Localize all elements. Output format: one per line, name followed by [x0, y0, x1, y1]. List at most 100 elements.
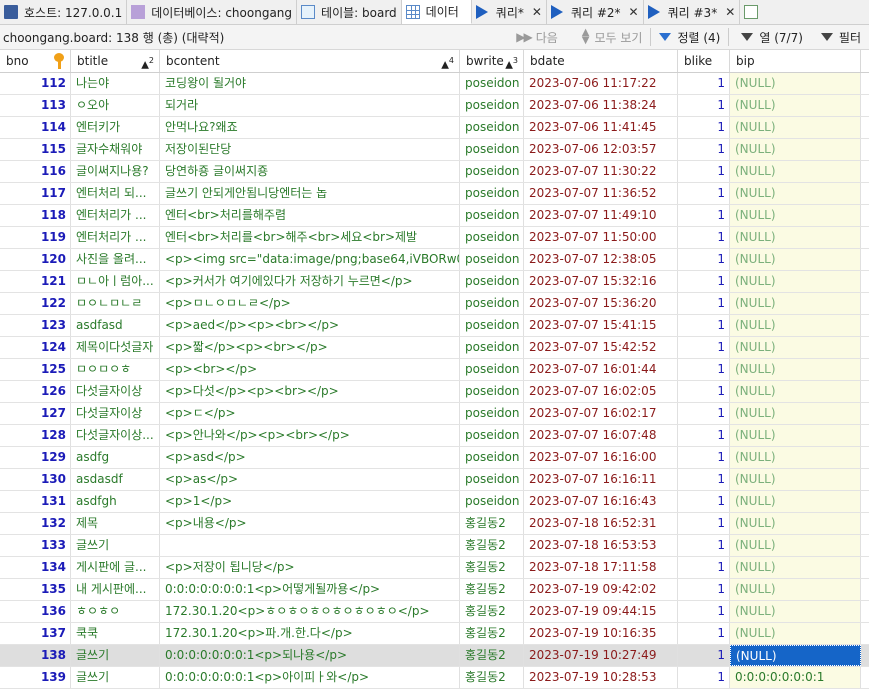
cell-bcontent[interactable]: <p>내용</p> [160, 513, 460, 534]
cell-bcontent[interactable]: <p><br></p> [160, 359, 460, 380]
filter-button[interactable]: 필터 [815, 29, 867, 46]
cell-bdate[interactable]: 2023-07-07 11:49:10 [524, 205, 678, 226]
cell-bdate[interactable]: 2023-07-07 16:16:11 [524, 469, 678, 490]
cell-bip[interactable]: (NULL) [730, 579, 861, 600]
cell-bwrite[interactable]: 홍길동2 [460, 535, 524, 556]
cell-bip[interactable]: (NULL) [730, 491, 861, 512]
cell-bwrite[interactable]: poseidon [460, 161, 524, 182]
cell-blike[interactable]: 1 [678, 271, 730, 292]
cell-bwrite[interactable]: poseidon [460, 469, 524, 490]
show-all-button[interactable]: ▲ ▼ 모두 보기 [576, 28, 649, 46]
cell-bcontent[interactable]: 저장이된단당 [160, 139, 460, 160]
tab-query-3[interactable]: 쿼리 #3* ✕ [644, 0, 741, 24]
cell-bip[interactable]: (NULL) [730, 249, 861, 270]
cell-blike[interactable]: 1 [678, 337, 730, 358]
cell-btitle[interactable]: 글이써지나용? [71, 161, 160, 182]
cell-bcontent[interactable]: 안먹나요?왜죠 [160, 117, 460, 138]
cell-bcontent[interactable]: 0:0:0:0:0:0:0:1<p>되나용</p> [160, 645, 460, 666]
tab-table[interactable]: 테이블: board [297, 0, 402, 24]
cell-bcontent[interactable]: 0:0:0:0:0:0:0:1<p>어떻게될까용</p> [160, 579, 460, 600]
cell-bip[interactable]: (NULL) [730, 161, 861, 182]
cell-bno[interactable]: 118 [0, 205, 71, 226]
cell-bip[interactable]: (NULL) [730, 601, 861, 622]
column-header-btitle[interactable]: btitle ▲2 [71, 50, 160, 72]
cell-bcontent[interactable]: <p>asd</p> [160, 447, 460, 468]
cell-bcontent[interactable]: 코딩왕이 될거야 [160, 73, 460, 94]
cell-bwrite[interactable]: poseidon [460, 117, 524, 138]
cell-blike[interactable]: 1 [678, 623, 730, 644]
cell-bno[interactable]: 125 [0, 359, 71, 380]
table-row[interactable]: 114 엔터키가 안먹나요?왜죠 poseidon 2023-07-06 11:41:4… [0, 117, 869, 139]
cell-bdate[interactable]: 2023-07-07 15:42:52 [524, 337, 678, 358]
cell-bno[interactable]: 126 [0, 381, 71, 402]
table-row[interactable]: 136 ㅎㅇㅎㅇ 172.30.1.20<p>ㅎㅇㅎㅇㅎㅇㅎㅇㅎㅇㅎㅇ</p> 홍길동… [0, 601, 869, 623]
cell-bno[interactable]: 128 [0, 425, 71, 446]
tab-data[interactable]: 데이터 [401, 0, 472, 24]
cell-blike[interactable]: 1 [678, 315, 730, 336]
table-row[interactable]: 123 asdfasd <p>aed</p><p><br></p> poseidon 2… [0, 315, 869, 337]
cell-bno[interactable]: 127 [0, 403, 71, 424]
cell-bip[interactable]: (NULL) [730, 359, 861, 380]
cell-bcontent[interactable]: 글쓰기 안되게안됨니당엔터는 놉 [160, 183, 460, 204]
cell-btitle[interactable]: 글쓰기 [71, 535, 160, 556]
cell-bno[interactable]: 121 [0, 271, 71, 292]
cell-blike[interactable]: 1 [678, 579, 730, 600]
cell-blike[interactable]: 1 [678, 491, 730, 512]
cell-bdate[interactable]: 2023-07-18 17:11:58 [524, 557, 678, 578]
cell-blike[interactable]: 1 [678, 95, 730, 116]
cell-bcontent[interactable]: <p>커서가 여기에있다가 저장하기 누르면</p> [160, 271, 460, 292]
cell-bwrite[interactable]: poseidon [460, 491, 524, 512]
cell-blike[interactable]: 1 [678, 73, 730, 94]
close-icon[interactable]: ✕ [629, 5, 639, 19]
cell-bip[interactable]: (NULL) [730, 403, 861, 424]
cell-bip[interactable]: (NULL) [730, 623, 861, 644]
cell-bip[interactable]: (NULL) [730, 139, 861, 160]
cell-bno[interactable]: 130 [0, 469, 71, 490]
cell-bwrite[interactable]: poseidon [460, 381, 524, 402]
table-row[interactable]: 125 ㅁㅇㅁㅇㅎ <p><br></p> poseidon 2023-07-07 16… [0, 359, 869, 381]
cell-blike[interactable]: 1 [678, 249, 730, 270]
table-row[interactable]: 134 게시판에 글... <p>저장이 됩니당</p> 홍길동2 2023-07-18… [0, 557, 869, 579]
cell-bcontent[interactable]: <p>짧</p><p><br></p> [160, 337, 460, 358]
cell-bcontent[interactable]: 172.30.1.20<p>ㅎㅇㅎㅇㅎㅇㅎㅇㅎㅇㅎㅇ</p> [160, 601, 460, 622]
cell-bip[interactable]: (NULL) [730, 293, 861, 314]
cell-blike[interactable]: 1 [678, 403, 730, 424]
cell-btitle[interactable]: 내 게시판에... [71, 579, 160, 600]
cell-bno[interactable]: 137 [0, 623, 71, 644]
cell-bdate[interactable]: 2023-07-19 10:27:49 [524, 645, 678, 666]
cell-bno[interactable]: 123 [0, 315, 71, 336]
cell-btitle[interactable]: asdfgh [71, 491, 160, 512]
cell-blike[interactable]: 1 [678, 667, 730, 688]
cell-bwrite[interactable]: poseidon [460, 315, 524, 336]
cell-blike[interactable]: 1 [678, 227, 730, 248]
cell-bno[interactable]: 134 [0, 557, 71, 578]
cell-bno[interactable]: 119 [0, 227, 71, 248]
column-header-bcontent[interactable]: bcontent ▲4 [160, 50, 460, 72]
cell-bip[interactable]: (NULL) [730, 315, 861, 336]
cell-bno[interactable]: 122 [0, 293, 71, 314]
cell-btitle[interactable]: 글자수채워야 [71, 139, 160, 160]
cell-bwrite[interactable]: poseidon [460, 183, 524, 204]
table-row[interactable]: 119 엔터처리가 ... 엔터<br>처리를<br>해주<br>세요<br>제발 p… [0, 227, 869, 249]
cell-btitle[interactable]: 다섯글자이상... [71, 425, 160, 446]
cell-bcontent[interactable]: 엔터<br>처리를해주렴 [160, 205, 460, 226]
cell-bip[interactable]: (NULL) [730, 447, 861, 468]
cell-bwrite[interactable]: 홍길동2 [460, 645, 524, 666]
table-row[interactable]: 113 ㅇ오아 되거라 poseidon 2023-07-06 11:38:24 1 (NU… [0, 95, 869, 117]
table-row[interactable]: 133 글쓰기 홍길동2 2023-07-18 16:53:53 1 (NULL) [0, 535, 869, 557]
cell-bcontent[interactable]: <p>다섯</p><p><br></p> [160, 381, 460, 402]
cell-btitle[interactable]: 다섯글자이상 [71, 381, 160, 402]
cell-bip[interactable]: (NULL) [730, 469, 861, 490]
cell-bip[interactable]: 0:0:0:0:0:0:0:1 [730, 667, 861, 688]
cell-bdate[interactable]: 2023-07-06 11:38:24 [524, 95, 678, 116]
cell-bno[interactable]: 139 [0, 667, 71, 688]
table-row[interactable]: 129 asdfg <p>asd</p> poseidon 2023-07-07 16:… [0, 447, 869, 469]
cell-bdate[interactable]: 2023-07-07 15:32:16 [524, 271, 678, 292]
cell-bwrite[interactable]: poseidon [460, 95, 524, 116]
cell-bcontent[interactable]: <p>aed</p><p><br></p> [160, 315, 460, 336]
cell-btitle[interactable]: 제목 [71, 513, 160, 534]
cell-bwrite[interactable]: poseidon [460, 205, 524, 226]
cell-bno[interactable]: 135 [0, 579, 71, 600]
cell-bdate[interactable]: 2023-07-07 16:07:48 [524, 425, 678, 446]
cell-bwrite[interactable]: poseidon [460, 249, 524, 270]
